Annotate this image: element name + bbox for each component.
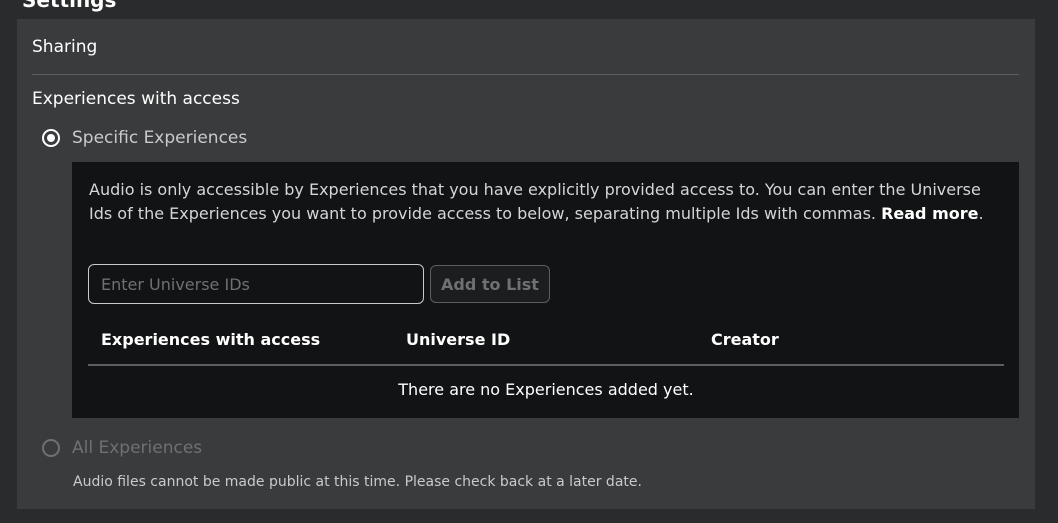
specific-experiences-label: Specific Experiences xyxy=(72,128,248,148)
divider xyxy=(32,74,1019,75)
experiences-table-header: Experiences with access Universe ID Crea… xyxy=(88,330,1004,366)
column-header-experiences: Experiences with access xyxy=(101,330,321,349)
column-header-universe-id: Universe ID xyxy=(406,330,511,349)
column-header-creator: Creator xyxy=(711,330,779,349)
access-description-text: Audio is only accessible by Experiences … xyxy=(89,180,981,223)
universe-ids-input[interactable] xyxy=(88,264,424,304)
add-to-list-button[interactable]: Add to List xyxy=(430,265,550,303)
access-description: Audio is only accessible by Experiences … xyxy=(89,178,1004,226)
sharing-title: Sharing xyxy=(32,37,98,57)
experiences-with-access-title: Experiences with access xyxy=(32,89,240,109)
all-experiences-option[interactable]: All Experiences xyxy=(42,438,202,458)
all-experiences-note: Audio files cannot be made public at thi… xyxy=(73,474,642,490)
all-experiences-radio[interactable] xyxy=(42,439,60,457)
read-more-suffix: . xyxy=(978,204,984,223)
all-experiences-label: All Experiences xyxy=(72,438,203,458)
empty-table-message: There are no Experiences added yet. xyxy=(398,380,694,399)
specific-experiences-radio[interactable] xyxy=(42,129,60,147)
read-more-link[interactable]: Read more xyxy=(881,204,978,223)
page-title: Settings xyxy=(22,0,117,12)
specific-experiences-panel: Audio is only accessible by Experiences … xyxy=(72,162,1019,418)
sharing-panel: Sharing Experiences with access Specific… xyxy=(17,19,1035,509)
specific-experiences-option[interactable]: Specific Experiences xyxy=(42,128,247,148)
